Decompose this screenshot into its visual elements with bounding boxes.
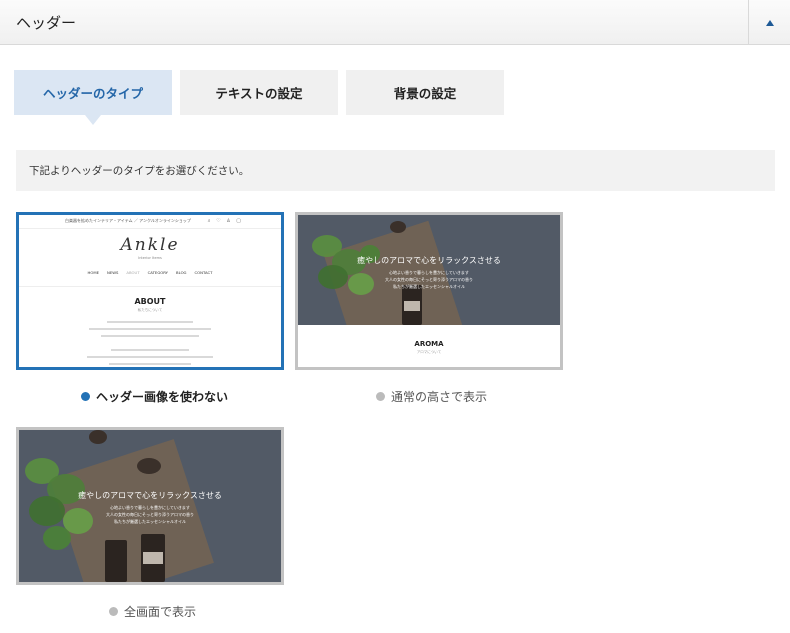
triangle-up-icon: [766, 20, 774, 26]
preview-photo-full: 癒やしのアロマで心をリラックスさせる 心地よい香りで暮らしを豊かにしていきます …: [19, 430, 281, 582]
preview-text-line: [109, 363, 191, 365]
preview-text-line: [89, 328, 211, 330]
preview-text-line: [87, 356, 213, 358]
bottle-cap: [89, 430, 107, 444]
preview-plain: 白楽器を拡めたインテリア・アイテム ／ アンクルオンラインショップ ⌕ ♡ ♙ …: [19, 215, 281, 367]
preview-line: 大人の女性の毎日にそっと寄り添うアロマの香り: [106, 512, 194, 517]
bottle-cap: [137, 458, 161, 474]
preview-aroma-section: AROMA アロマについて: [298, 325, 560, 367]
bottle-label: [404, 301, 420, 311]
tab-header-type[interactable]: ヘッダーのタイプ: [14, 70, 172, 125]
preview-line: 心地よい香りで暮らしを豊かにしていきます: [110, 505, 190, 510]
tab-background-settings[interactable]: 背景の設定: [346, 70, 504, 115]
oil-bottle: [105, 540, 127, 582]
radio-dot: [109, 607, 118, 616]
radio-label-text: 通常の高さで表示: [391, 390, 488, 404]
preview-nav-item: CONTACT: [194, 270, 213, 275]
preview-text-line: [111, 349, 189, 351]
preview-about-title: ABOUT: [134, 297, 166, 306]
radio-no-header-image[interactable]: ヘッダー画像を使わない: [81, 388, 228, 405]
tab-text-settings[interactable]: テキストの設定: [180, 70, 338, 115]
bottle-cap: [390, 221, 406, 233]
preview-icons: ⌕ ♡ ♙ ▢: [207, 218, 243, 224]
preview-logo-sub: Interior Items: [138, 256, 162, 260]
preview-text-line: [107, 321, 193, 323]
preview-aroma-title: AROMA: [414, 340, 444, 348]
instructions-box: 下記よりヘッダーのタイプをお選びください。: [16, 150, 775, 191]
preview-text-line: [101, 335, 199, 337]
radio-dot: [81, 392, 90, 401]
radio-label-text: 全画面で表示: [124, 605, 197, 619]
preview-headline: 癒やしのアロマで心をリラックスさせる: [357, 256, 501, 265]
preview-aroma-sub: アロマについて: [416, 350, 442, 354]
panel-title: ヘッダー: [16, 14, 77, 32]
preview-photo-normal: 癒やしのアロマで心をリラックスさせる 心地よい香りで暮らしを豊かにしていきます …: [298, 215, 560, 325]
preview-line: 心地よい香りで暮らしを豊かにしていきます: [389, 270, 469, 275]
preview-line: 大人の女性の毎日にそっと寄り添うアロマの香り: [385, 277, 473, 282]
basil-leaf: [43, 526, 71, 550]
preview-nav: HOME NEWS ABOUT CATEGORY BLOG CONTACT: [19, 270, 281, 275]
collapse-button[interactable]: [748, 0, 790, 45]
preview-nav-item: HOME: [87, 270, 100, 275]
panel-header: ヘッダー: [0, 0, 790, 45]
tab-label: ヘッダーのタイプ: [42, 86, 143, 101]
preview-divider: [19, 286, 281, 287]
option-card-full-screen[interactable]: 癒やしのアロマで心をリラックスさせる 心地よい香りで暮らしを豊かにしていきます …: [16, 427, 284, 585]
preview-nav-item: ABOUT: [126, 270, 140, 275]
option-card-normal-height[interactable]: 癒やしのアロマで心をリラックスさせる 心地よい香りで暮らしを豊かにしていきます …: [295, 212, 563, 370]
preview-line: 私たちが厳選したエッセンシャルオイル: [114, 519, 186, 524]
radio-dot: [376, 392, 385, 401]
preview-logo: Ankle: [120, 235, 180, 255]
preview-nav-item: BLOG: [175, 270, 187, 275]
radio-full-screen[interactable]: 全画面で表示: [109, 603, 196, 620]
preview-line: 私たちが厳選したエッセンシャルオイル: [393, 284, 465, 289]
radio-label-text: ヘッダー画像を使わない: [96, 390, 229, 404]
option-card-no-header-image[interactable]: 白楽器を拡めたインテリア・アイテム ／ アンクルオンラインショップ ⌕ ♡ ♙ …: [16, 212, 284, 370]
preview-topbar: 白楽器を拡めたインテリア・アイテム ／ アンクルオンラインショップ ⌕ ♡ ♙ …: [19, 215, 281, 229]
instructions-text: 下記よりヘッダーのタイプをお選びください。: [29, 165, 250, 177]
bottle-label: [143, 552, 163, 564]
preview-tagline: 白楽器を拡めたインテリア・アイテム ／ アンクルオンラインショップ: [65, 218, 191, 223]
preview-about-sub: 私たちについて: [137, 308, 163, 312]
tab-label: 背景の設定: [393, 86, 457, 101]
radio-normal-height[interactable]: 通常の高さで表示: [376, 388, 487, 405]
preview-headline: 癒やしのアロマで心をリラックスさせる: [78, 491, 222, 500]
preview-nav-item: NEWS: [107, 270, 119, 275]
preview-nav-item: CATEGORY: [147, 270, 168, 275]
tab-label: テキストの設定: [215, 86, 303, 101]
